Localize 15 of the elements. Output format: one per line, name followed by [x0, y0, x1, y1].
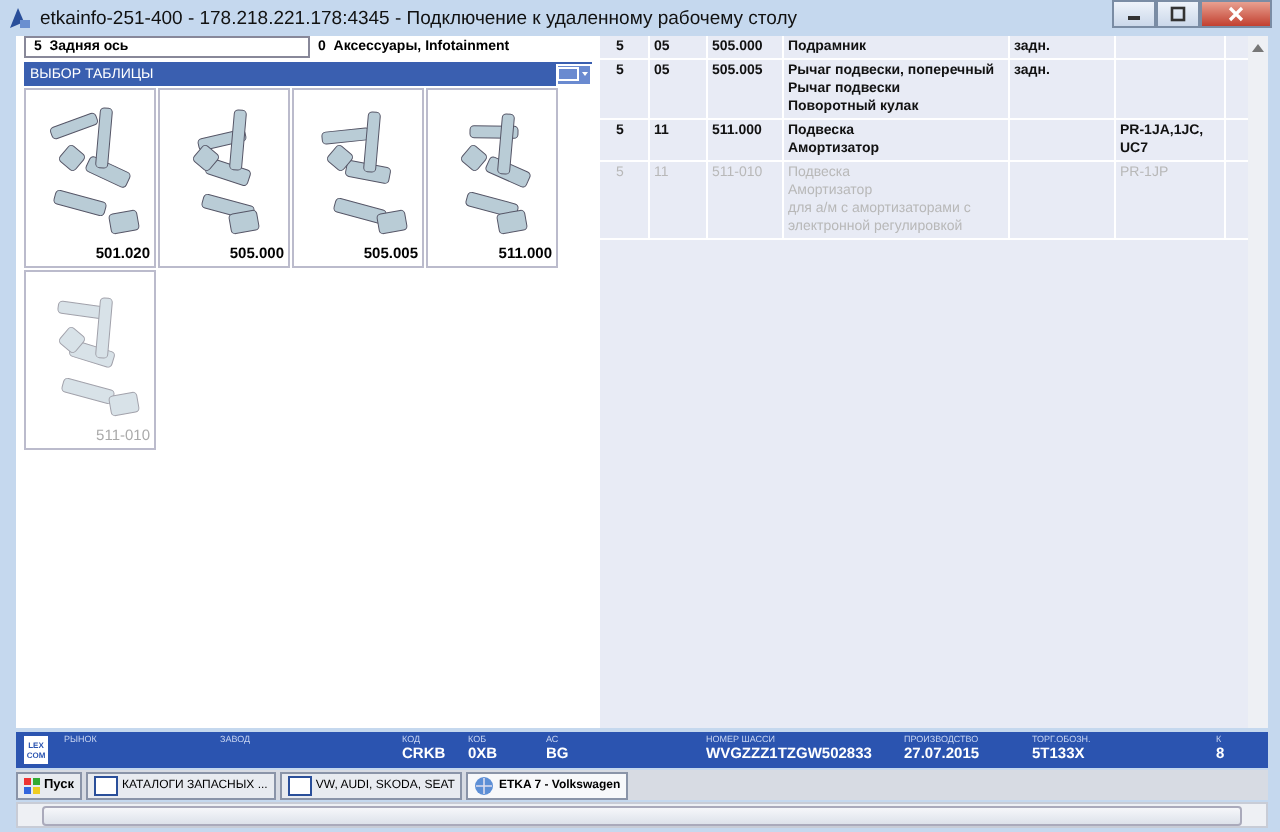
app-icon — [8, 6, 32, 30]
minimize-button[interactable] — [1112, 0, 1156, 28]
windows-logo-icon — [24, 777, 40, 793]
maximize-button[interactable] — [1156, 0, 1200, 28]
window-icon — [94, 775, 118, 795]
view-toggle-button[interactable] — [556, 63, 592, 85]
vertical-scrollbar[interactable] — [1248, 36, 1268, 728]
globe-icon — [474, 775, 495, 795]
window-title: etkainfo-251-400 - 178.218.221.178:4345 - Подключение к удаленному рабочему столу — [40, 7, 800, 29]
scroll-up-icon — [1250, 42, 1266, 54]
close-icon — [1226, 6, 1246, 22]
maximize-icon — [1168, 6, 1188, 22]
window-icon — [287, 775, 312, 795]
close-button[interactable] — [1200, 0, 1272, 28]
horizontal-scrollbar[interactable] — [16, 802, 1268, 828]
